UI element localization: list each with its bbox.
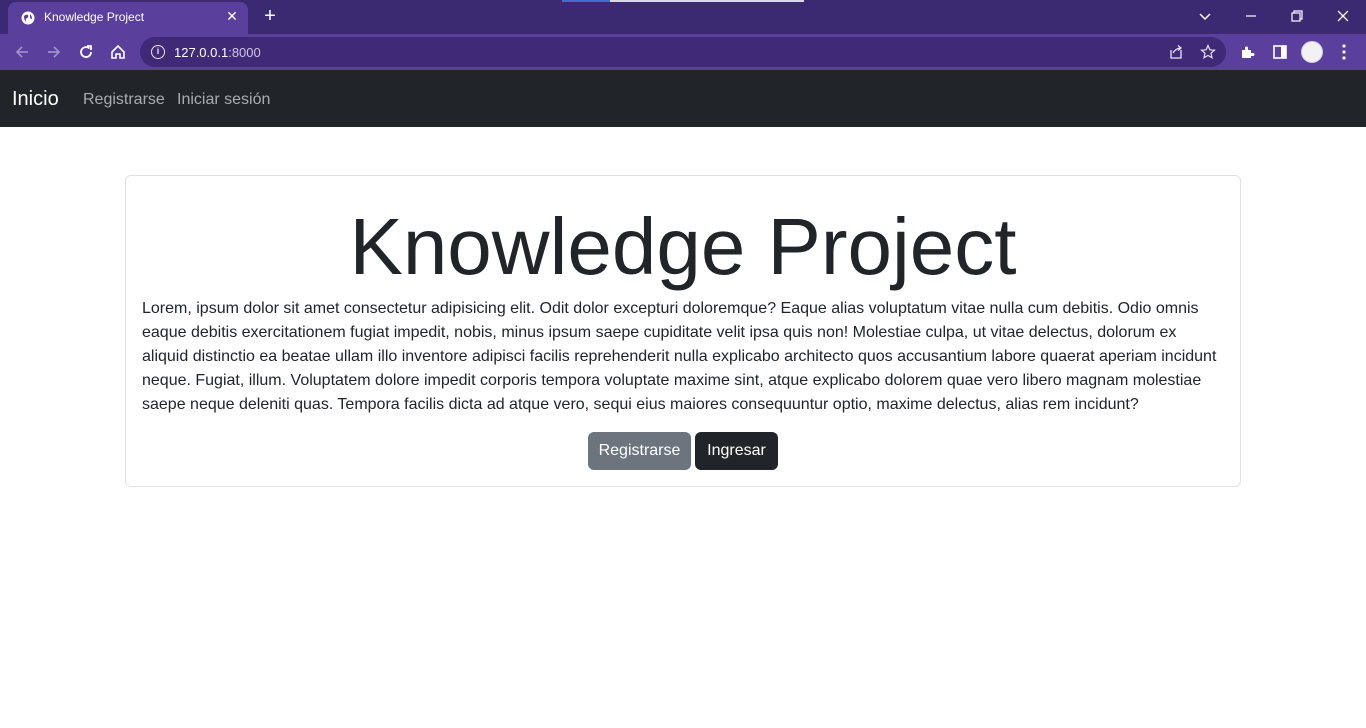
- login-button[interactable]: Ingresar: [695, 432, 778, 470]
- forward-arrow-icon[interactable]: [44, 42, 64, 62]
- register-button[interactable]: Registrarse: [588, 432, 691, 470]
- site-navbar: Inicio Registrarse Iniciar sesión: [0, 70, 1366, 127]
- minimize-icon[interactable]: [1241, 6, 1261, 26]
- browser-tab[interactable]: Knowledge Project ✕: [8, 2, 248, 34]
- chevron-down-icon[interactable]: [1195, 6, 1215, 26]
- reload-icon[interactable]: [76, 42, 96, 62]
- close-icon[interactable]: [1333, 6, 1353, 26]
- browser-tab-strip: Knowledge Project ✕ +: [0, 0, 1366, 34]
- nav-link-iniciar-sesion[interactable]: Iniciar sesión: [177, 91, 270, 109]
- puzzle-icon[interactable]: [1238, 42, 1258, 62]
- browser-toolbar: i 127.0.0.1:8000: [0, 34, 1366, 70]
- star-icon[interactable]: [1200, 44, 1216, 60]
- side-panel-icon[interactable]: [1270, 42, 1290, 62]
- loading-indicator: [562, 0, 804, 2]
- globe-icon: [21, 11, 35, 25]
- navbar-brand-link[interactable]: Inicio: [12, 88, 59, 111]
- page-title: Knowledge Project: [349, 202, 1017, 291]
- info-icon[interactable]: i: [151, 45, 165, 59]
- url-text[interactable]: 127.0.0.1:8000: [174, 45, 261, 60]
- close-icon[interactable]: ✕: [224, 8, 240, 24]
- plus-icon[interactable]: +: [260, 6, 280, 26]
- kebab-menu-icon[interactable]: [1334, 42, 1354, 62]
- restore-icon[interactable]: [1287, 6, 1307, 26]
- nav-link-registrarse[interactable]: Registrarse: [83, 91, 165, 109]
- share-icon[interactable]: [1168, 44, 1184, 60]
- home-icon[interactable]: [108, 42, 128, 62]
- card-description: Lorem, ipsum dolor sit amet consectetur …: [142, 300, 1217, 413]
- avatar[interactable]: [1301, 41, 1323, 63]
- hero-card: Knowledge Project Lorem, ipsum dolor sit…: [125, 175, 1241, 487]
- back-arrow-icon[interactable]: [12, 42, 32, 62]
- address-bar[interactable]: i 127.0.0.1:8000: [140, 37, 1226, 67]
- tab-title: Knowledge Project: [44, 10, 145, 24]
